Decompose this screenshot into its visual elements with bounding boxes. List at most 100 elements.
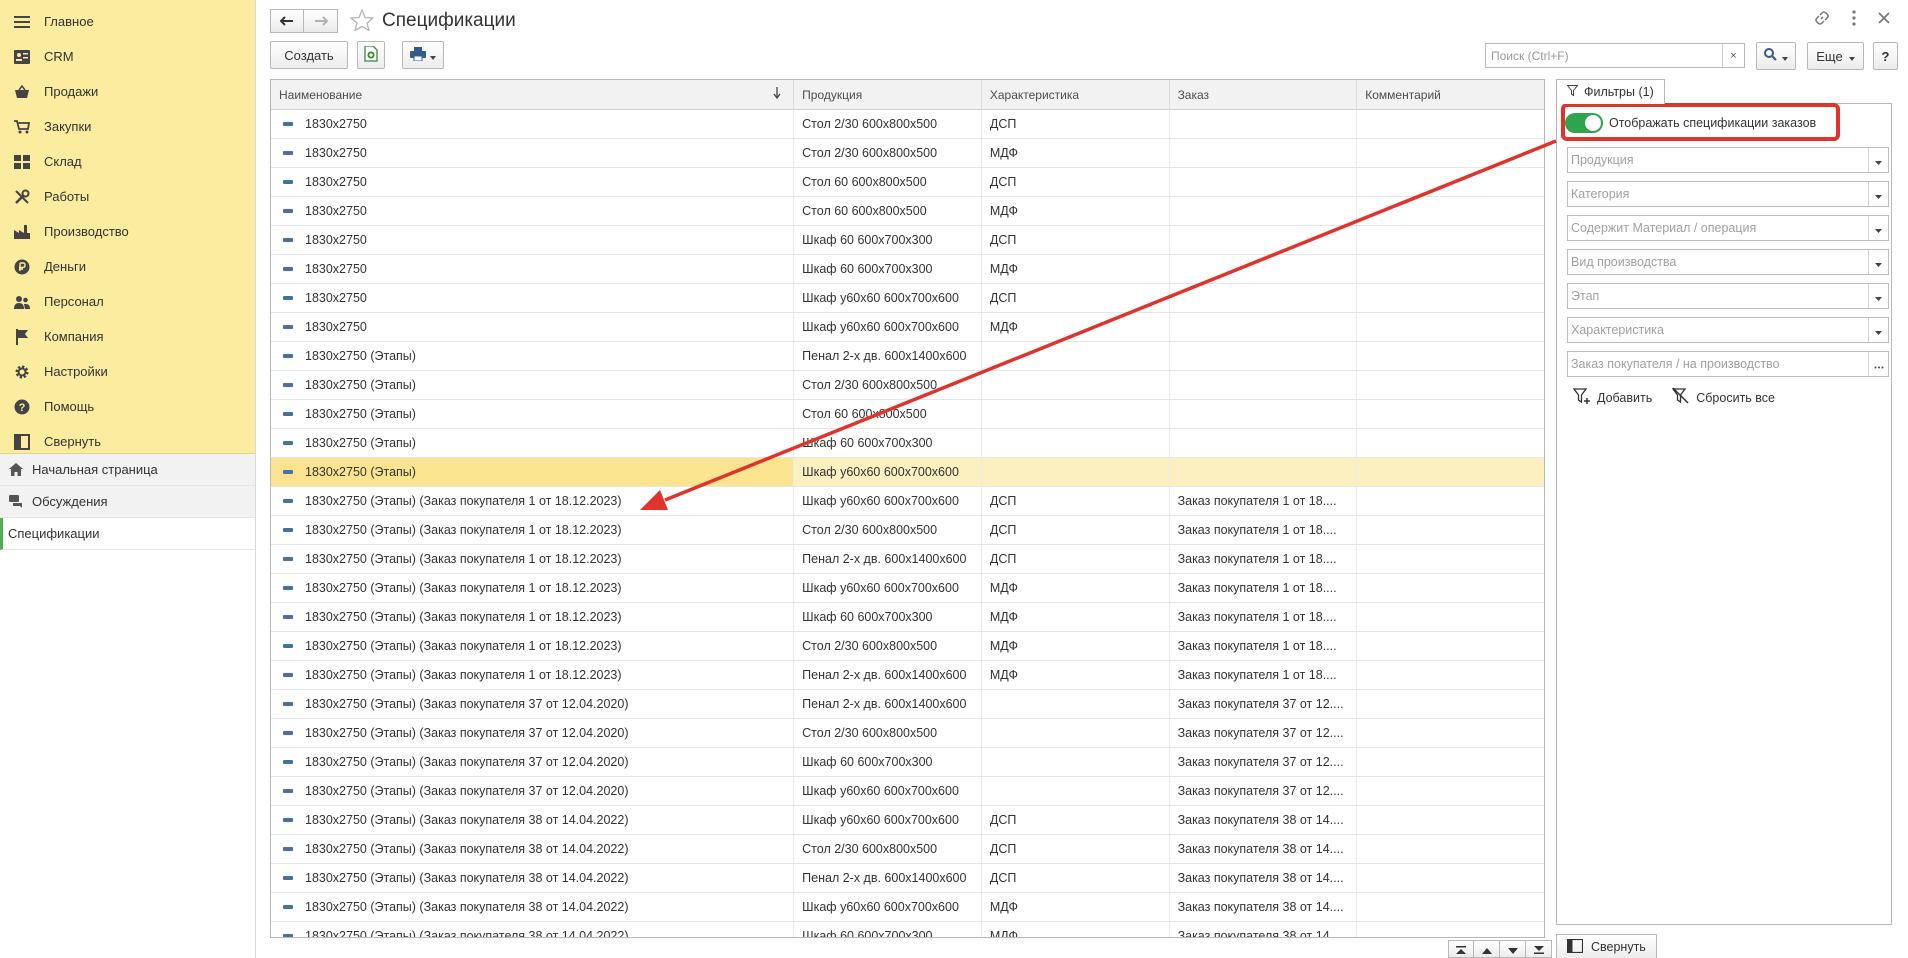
menu-item-help[interactable]: ? Помощь — [0, 389, 255, 424]
cell-text: 1830x2750 — [305, 262, 367, 276]
table-row[interactable]: 1830x2750 Стол 60 600x800x500 МДФ — [271, 197, 1544, 226]
search-button[interactable] — [1756, 42, 1796, 70]
cell-text: Шкаф у60x60 600x700x600 — [802, 900, 959, 914]
filter-material-input[interactable] — [1568, 216, 1868, 240]
back-button[interactable] — [270, 9, 304, 33]
filter-characteristic-input[interactable] — [1568, 318, 1868, 342]
table-row[interactable]: 1830x2750 (Этапы) (Заказ покупателя 37 о… — [271, 719, 1544, 748]
column-header-order[interactable]: Заказ — [1170, 80, 1358, 110]
table-row[interactable]: 1830x2750 (Этапы) (Заказ покупателя 1 от… — [271, 487, 1544, 516]
filter-category-dropdown[interactable] — [1868, 182, 1888, 206]
menu-item-settings[interactable]: Настройки — [0, 354, 255, 389]
cell-text: ДСП — [989, 117, 1017, 131]
open-window-discussions[interactable]: Обсуждения — [0, 486, 255, 518]
reset-filters-button[interactable]: Сбросить все — [1671, 387, 1775, 408]
table-row[interactable]: 1830x2750 (Этапы) Шкаф у60x60 600x700x600 — [271, 458, 1544, 487]
create-button[interactable]: Создать — [270, 41, 348, 69]
spec-item-icon — [283, 209, 293, 213]
open-window-specifications[interactable]: Спецификации — [0, 518, 255, 550]
table-row[interactable]: 1830x2750 (Этапы) (Заказ покупателя 37 о… — [271, 777, 1544, 806]
filter-material-dropdown[interactable] — [1868, 216, 1888, 240]
scroll-up-button[interactable] — [1474, 940, 1500, 958]
add-filter-button[interactable]: Добавить — [1572, 387, 1652, 408]
scroll-down-button[interactable] — [1500, 940, 1526, 958]
menu-item-staff[interactable]: Персонал — [0, 284, 255, 319]
show-order-specs-toggle[interactable] — [1565, 113, 1603, 133]
menu-item-company[interactable]: Компания — [0, 319, 255, 354]
help-button[interactable]: ? — [1873, 42, 1898, 70]
table-row[interactable]: 1830x2750 (Этапы) Пенал 2-х дв. 600x1400x… — [271, 342, 1544, 371]
table-row[interactable]: 1830x2750 Шкаф 60 600x700x300 МДФ — [271, 255, 1544, 284]
table-row[interactable]: 1830x2750 (Этапы) (Заказ покупателя 1 от… — [271, 603, 1544, 632]
filter-order-select-button[interactable] — [1868, 352, 1888, 376]
search-input[interactable] — [1486, 44, 1722, 67]
spec-item-icon — [283, 122, 293, 126]
link-icon[interactable] — [1814, 10, 1830, 29]
menu-item-crm[interactable]: CRM — [0, 39, 255, 74]
search-clear-button[interactable]: × — [1722, 44, 1744, 67]
table-row[interactable]: 1830x2750 (Этапы) (Заказ покупателя 38 о… — [271, 806, 1544, 835]
menu-item-warehouse[interactable]: Склад — [0, 144, 255, 179]
menu-item-money[interactable]: Деньги — [0, 249, 255, 284]
column-header-characteristic[interactable]: Характеристика — [982, 80, 1170, 110]
cell-name: 1830x2750 (Этапы) — [271, 342, 795, 370]
table-row[interactable]: 1830x2750 Шкаф у60x60 600x700x600 ДСП — [271, 284, 1544, 313]
scroll-bottom-button[interactable] — [1526, 940, 1552, 958]
table-row[interactable]: 1830x2750 (Этапы) (Заказ покупателя 1 от… — [271, 516, 1544, 545]
column-header-product[interactable]: Продукция — [794, 80, 982, 110]
cell-comment — [1357, 197, 1544, 225]
filter-characteristic-dropdown[interactable] — [1868, 318, 1888, 342]
filter-stage-dropdown[interactable] — [1868, 284, 1888, 308]
filter-stage-input[interactable] — [1568, 284, 1868, 308]
cell-text: Шкаф у60x60 600x700x600 — [802, 320, 959, 334]
filter-stage — [1567, 283, 1889, 309]
print-button[interactable] — [402, 41, 444, 69]
spec-item-icon — [283, 876, 293, 880]
column-header-name[interactable]: Наименование — [271, 80, 795, 110]
menu-item-works[interactable]: Работы — [0, 179, 255, 214]
filter-production-type-input[interactable] — [1568, 250, 1868, 274]
column-header-comment[interactable]: Комментарий — [1357, 80, 1544, 110]
close-icon[interactable] — [1878, 12, 1890, 27]
table-row[interactable]: 1830x2750 (Этапы) (Заказ покупателя 1 от… — [271, 574, 1544, 603]
menu-item-sales[interactable]: Продажи — [0, 74, 255, 109]
table-row[interactable]: 1830x2750 Стол 2/30 600x800x500 ДСП — [271, 110, 1544, 139]
cell-name: 1830x2750 (Этапы) (Заказ покупателя 1 от… — [271, 632, 795, 660]
filter-product-input[interactable] — [1568, 148, 1868, 172]
table-row[interactable]: 1830x2750 (Этапы) Шкаф 60 600x700x300 — [271, 429, 1544, 458]
filter-production-type-dropdown[interactable] — [1868, 250, 1888, 274]
favorite-star-icon[interactable] — [349, 7, 375, 34]
table-row[interactable]: 1830x2750 (Этапы) (Заказ покупателя 38 о… — [271, 922, 1544, 937]
table-row[interactable]: 1830x2750 (Этапы) (Заказ покупателя 38 о… — [271, 864, 1544, 893]
table-row[interactable]: 1830x2750 Стол 60 600x800x500 ДСП — [271, 168, 1544, 197]
kebab-menu-icon[interactable] — [1852, 10, 1856, 29]
menu-item-production[interactable]: Производство — [0, 214, 255, 249]
collapse-filters-button[interactable]: Свернуть — [1556, 934, 1657, 958]
more-button[interactable]: Еще — [1807, 42, 1864, 70]
table-row[interactable]: 1830x2750 Стол 2/30 600x800x500 МДФ — [271, 139, 1544, 168]
filter-order-input[interactable] — [1568, 352, 1868, 376]
copy-excel-button[interactable] — [357, 41, 385, 69]
table-row[interactable]: 1830x2750 (Этапы) (Заказ покупателя 1 от… — [271, 632, 1544, 661]
filter-product-dropdown[interactable] — [1868, 148, 1888, 172]
double-down-icon — [1533, 942, 1544, 957]
menu-item-main[interactable]: Главное — [0, 4, 255, 39]
table-row[interactable]: 1830x2750 (Этапы) (Заказ покупателя 37 о… — [271, 748, 1544, 777]
table-row[interactable]: 1830x2750 (Этапы) Стол 2/30 600x800x500 — [271, 371, 1544, 400]
table-row[interactable]: 1830x2750 (Этапы) Стол 60 600x800x500 — [271, 400, 1544, 429]
table-row[interactable]: 1830x2750 (Этапы) (Заказ покупателя 37 о… — [271, 690, 1544, 719]
forward-button[interactable] — [304, 9, 338, 33]
open-window-home[interactable]: Начальная страница — [0, 454, 255, 486]
menu-item-purchases[interactable]: Закупки — [0, 109, 255, 144]
filters-tab[interactable]: Фильтры (1) — [1556, 79, 1665, 104]
table-row[interactable]: 1830x2750 (Этапы) (Заказ покупателя 38 о… — [271, 893, 1544, 922]
scroll-top-button[interactable] — [1448, 940, 1474, 958]
cell-text: ДСП — [989, 842, 1017, 856]
table-row[interactable]: 1830x2750 (Этапы) (Заказ покупателя 1 от… — [271, 545, 1544, 574]
table-row[interactable]: 1830x2750 Шкаф 60 600x700x300 ДСП — [271, 226, 1544, 255]
menu-item-label: Закупки — [44, 119, 92, 134]
table-row[interactable]: 1830x2750 (Этапы) (Заказ покупателя 38 о… — [271, 835, 1544, 864]
table-row[interactable]: 1830x2750 Шкаф у60x60 600x700x600 МДФ — [271, 313, 1544, 342]
filter-category-input[interactable] — [1568, 182, 1868, 206]
table-row[interactable]: 1830x2750 (Этапы) (Заказ покупателя 1 от… — [271, 661, 1544, 690]
